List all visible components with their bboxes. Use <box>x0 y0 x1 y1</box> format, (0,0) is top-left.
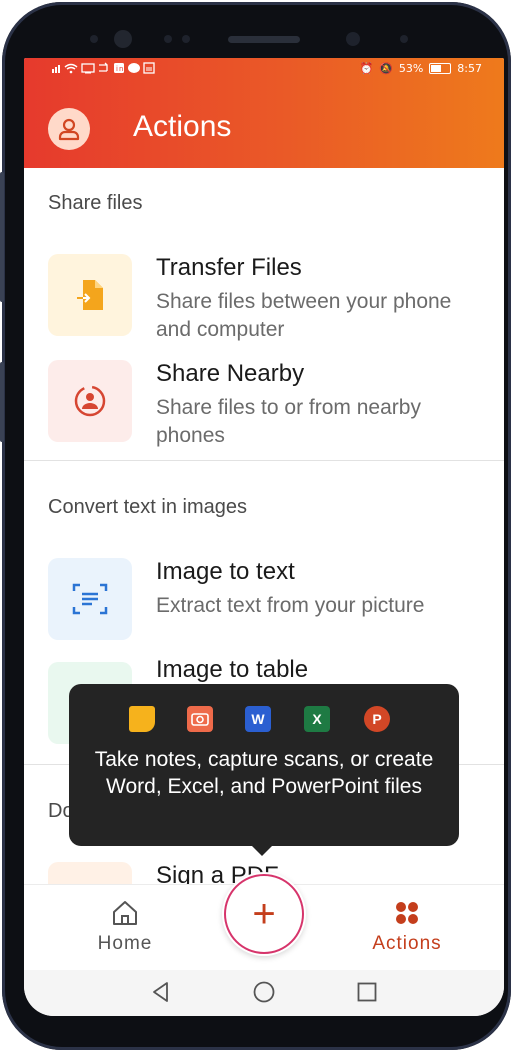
profile-avatar[interactable] <box>48 108 90 150</box>
status-bar: in ⏰ 🔕 53% 8:57 <box>24 58 504 80</box>
scan-icon <box>187 706 213 732</box>
image-to-text-tile <box>48 558 132 640</box>
clock: 8:57 <box>457 62 482 75</box>
nav-actions[interactable]: Actions <box>362 899 452 955</box>
create-fab-button[interactable]: + <box>222 872 306 956</box>
status-icons: in <box>52 62 155 74</box>
bixby-button <box>0 362 4 442</box>
text-scan-icon <box>72 583 108 615</box>
powerpoint-icon: P <box>364 706 390 732</box>
battery-icon <box>429 63 452 74</box>
status-left-icons: in <box>52 62 172 77</box>
sensor-dot <box>182 35 190 43</box>
system-nav-bar <box>24 970 504 1016</box>
nav-home[interactable]: Home <box>90 899 160 955</box>
mute-icon: 🔕 <box>379 62 393 75</box>
camera-glyph-icon <box>191 713 209 726</box>
share-nearby-description: Share files to or from nearby phones <box>156 396 421 447</box>
share-nearby-title: Share Nearby <box>156 360 305 387</box>
recents-icon[interactable] <box>355 980 379 1004</box>
transfer-files-tile <box>48 254 132 336</box>
nearby-icon <box>74 385 106 417</box>
sensor-dot <box>400 35 408 43</box>
back-icon[interactable] <box>149 980 173 1004</box>
tooltip-text: Take notes, capture scans, or create Wor… <box>94 748 434 798</box>
tooltip-app-icons: W X P <box>129 706 399 732</box>
image-to-text-description: Extract text from your picture <box>156 594 425 617</box>
excel-icon: X <box>304 706 330 732</box>
volume-button <box>0 172 4 302</box>
plus-icon: + <box>252 892 276 936</box>
section-title-share-files: Share files <box>48 192 143 214</box>
image-to-table-title: Image to table <box>156 656 309 683</box>
action-share-nearby[interactable]: Share Nearby Share files to or from near… <box>48 360 488 450</box>
sensor-dot <box>164 35 172 43</box>
home-circle-icon[interactable] <box>252 980 276 1004</box>
transfer-files-title: Transfer Files <box>156 254 302 281</box>
front-camera <box>114 30 132 48</box>
iris-camera <box>346 32 360 46</box>
status-right-area: ⏰ 🔕 53% 8:57 <box>359 62 482 75</box>
sensor-dot <box>90 35 98 43</box>
phone-frame: in ⏰ 🔕 53% 8:57 Actions Share files Tran… <box>0 2 511 1050</box>
nav-home-label: Home <box>97 933 153 954</box>
section-title-convert-text: Convert text in images <box>48 496 247 518</box>
alarm-icon: ⏰ <box>359 62 374 75</box>
tooltip-arrow <box>252 846 272 856</box>
app-header: in ⏰ 🔕 53% 8:57 Actions <box>24 58 504 168</box>
person-icon <box>58 118 80 141</box>
screen: in ⏰ 🔕 53% 8:57 Actions Share files Tran… <box>24 58 504 1016</box>
transfer-icon <box>77 280 103 310</box>
share-nearby-tile <box>48 360 132 442</box>
word-icon: W <box>245 706 271 732</box>
earpiece-speaker <box>228 36 300 43</box>
notes-icon <box>129 706 155 732</box>
home-icon <box>113 901 137 925</box>
transfer-files-description: Share files between your phone and compu… <box>156 290 452 341</box>
actions-grid-icon <box>396 902 418 924</box>
nav-actions-label: Actions <box>372 933 442 954</box>
image-to-text-title: Image to text <box>156 558 295 585</box>
svg-text:in: in <box>116 65 124 73</box>
battery-percent: 53% <box>398 62 424 75</box>
action-transfer-files[interactable]: Transfer Files Share files between your … <box>48 254 488 344</box>
create-tooltip: W X P Take notes, capture scans, or crea… <box>69 684 459 856</box>
section-divider <box>24 460 504 461</box>
action-image-to-text[interactable]: Image to text Extract text from your pic… <box>48 558 488 648</box>
page-title: Actions <box>133 110 232 143</box>
